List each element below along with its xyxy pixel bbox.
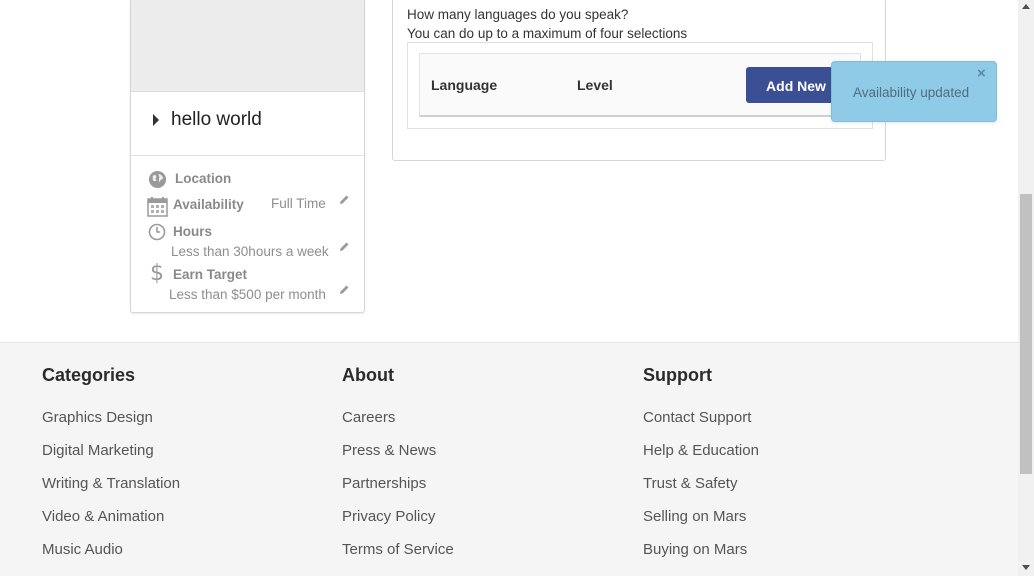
hours-label: Hours bbox=[173, 224, 213, 239]
edit-earn-target-icon[interactable] bbox=[338, 283, 350, 301]
footer-link[interactable]: Privacy Policy bbox=[342, 508, 435, 525]
dollar-icon: $ bbox=[150, 261, 164, 286]
profile-card: hello world Location Availability Full T… bbox=[130, 0, 365, 313]
earn-target-label: Earn Target bbox=[173, 267, 248, 282]
language-column-header: Language bbox=[431, 77, 498, 93]
availability-label: Availability bbox=[173, 197, 244, 212]
profile-photo[interactable] bbox=[131, 0, 364, 92]
caret-right-icon[interactable] bbox=[153, 114, 159, 126]
footer-heading: About bbox=[342, 365, 394, 385]
footer-link[interactable]: Music Audio bbox=[42, 541, 123, 558]
toast-notification: × Availability updated bbox=[831, 61, 997, 122]
languages-question: How many languages do you speak? bbox=[407, 7, 629, 22]
scroll-down-icon[interactable] bbox=[1022, 565, 1030, 570]
location-label: Location bbox=[175, 171, 232, 186]
calendar-icon bbox=[147, 196, 168, 222]
scroll-up-icon[interactable] bbox=[1022, 4, 1030, 9]
toast-message: Availability updated bbox=[853, 85, 970, 100]
footer-link[interactable]: Partnerships bbox=[342, 475, 426, 492]
profile-name-row[interactable]: hello world bbox=[131, 92, 364, 156]
footer-link[interactable]: Trust & Safety bbox=[643, 475, 737, 492]
footer-link[interactable]: Buying on Mars bbox=[643, 541, 747, 558]
footer-link[interactable]: Video & Animation bbox=[42, 508, 164, 525]
languages-header-row: Language Level Add New bbox=[419, 53, 861, 117]
footer-link[interactable]: Writing & Translation bbox=[42, 475, 180, 492]
scrollbar-thumb[interactable] bbox=[1020, 194, 1032, 474]
footer-heading: Categories bbox=[42, 365, 136, 385]
footer-link[interactable]: Press & News bbox=[342, 442, 436, 459]
earn-target-value: Less than $500 per month bbox=[169, 287, 326, 302]
level-column-header: Level bbox=[577, 77, 613, 93]
globe-icon bbox=[148, 170, 167, 194]
edit-hours-icon[interactable] bbox=[338, 240, 350, 258]
availability-value: Full Time bbox=[271, 196, 326, 211]
languages-section: How many languages do you speak? You can… bbox=[392, 0, 886, 161]
vertical-scrollbar[interactable] bbox=[1018, 0, 1034, 576]
languages-hint: You can do up to a maximum of four selec… bbox=[407, 26, 688, 41]
footer-heading: Support bbox=[643, 365, 712, 385]
footer-link[interactable]: Help & Education bbox=[643, 442, 759, 459]
footer: Categories Graphics Design Digital Marke… bbox=[0, 342, 1018, 576]
footer-link[interactable]: Careers bbox=[342, 409, 395, 426]
close-icon[interactable]: × bbox=[977, 65, 986, 82]
profile-name: hello world bbox=[171, 109, 262, 130]
edit-availability-icon[interactable] bbox=[338, 193, 350, 211]
clock-icon bbox=[148, 223, 166, 246]
footer-link[interactable]: Terms of Service bbox=[342, 541, 454, 558]
footer-link[interactable]: Selling on Mars bbox=[643, 508, 746, 525]
hours-value: Less than 30hours a week bbox=[171, 244, 329, 259]
footer-link[interactable]: Contact Support bbox=[643, 409, 751, 426]
footer-link[interactable]: Digital Marketing bbox=[42, 442, 154, 459]
footer-link[interactable]: Graphics Design bbox=[42, 409, 153, 426]
languages-table: Language Level Add New bbox=[407, 42, 873, 129]
